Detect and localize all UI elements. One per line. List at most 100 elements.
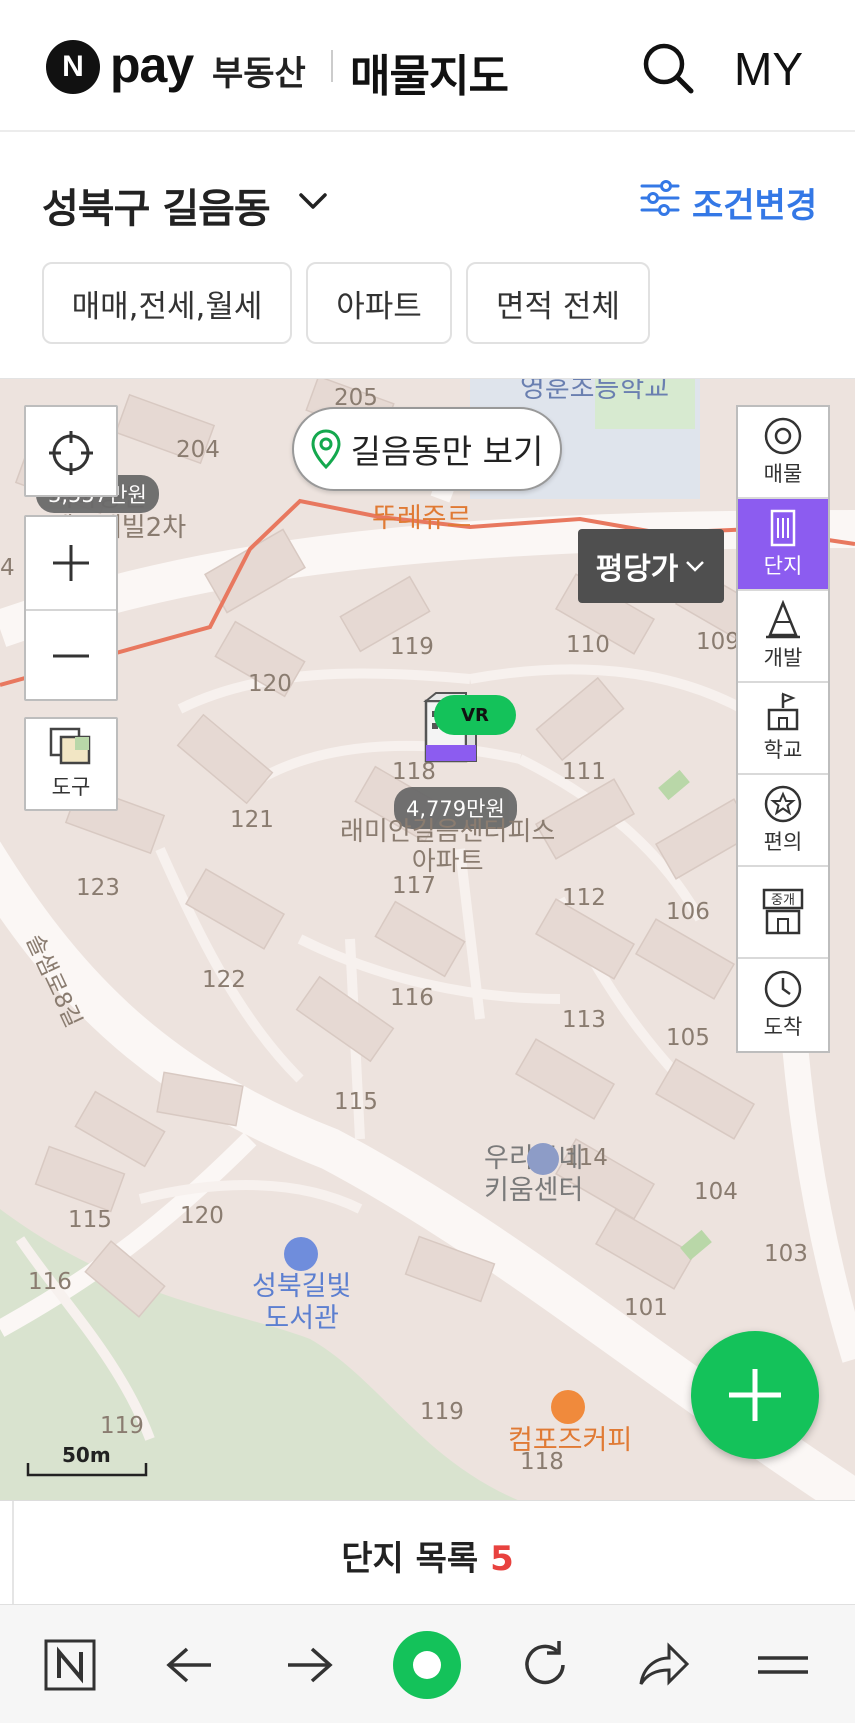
library-label[interactable]: 성북길빛 도서관: [252, 1271, 351, 1335]
price-unit-label: 평당가: [595, 552, 679, 587]
layer-school-label: 학교: [763, 738, 803, 762]
only-this-dong-button[interactable]: 길음동만 보기: [292, 407, 562, 491]
main-complex-name[interactable]: 래미안길음센터피스 아파트: [340, 817, 555, 877]
construction-cone-icon: [766, 600, 800, 639]
layer-development-label: 개발: [763, 646, 803, 670]
app-header: N pay 부동산 매물지도 MY: [0, 0, 855, 132]
page-title: 매물지도: [350, 51, 509, 102]
refresh-icon[interactable]: [495, 1605, 595, 1724]
layer-convenience-label: 편의: [763, 830, 803, 854]
complex-list-label: 단지 목록: [341, 1539, 479, 1579]
school-label[interactable]: 영훈초등학교: [520, 379, 669, 405]
minus-icon: [53, 654, 89, 658]
building-number: 119: [420, 1399, 464, 1425]
building-number: 101: [624, 1295, 668, 1321]
complex-list-bar[interactable]: 단지 목록 5: [0, 1500, 855, 1605]
layer-arrival-label: 도착: [763, 1015, 803, 1039]
chevron-down-icon: [686, 561, 705, 572]
map-layer-menu: 매물 단지 개발 학교 편의 중개 도착: [736, 405, 830, 1053]
building-number: 111: [562, 759, 606, 785]
building-number: 115: [334, 1089, 378, 1115]
map-background: 솔샘로8길 도봉로3길: [0, 379, 855, 1500]
school-icon: [767, 692, 799, 731]
building-number: 116: [28, 1269, 72, 1295]
building-number: 106: [666, 899, 710, 925]
target-circle-icon: [764, 417, 802, 455]
building-number: 109: [696, 629, 740, 655]
layer-broker[interactable]: 중개: [738, 867, 828, 959]
condition-change-button[interactable]: 조건변경: [640, 179, 818, 226]
broker-office-icon: 중개: [762, 888, 804, 935]
zoom-controls: [24, 515, 118, 701]
layer-complex[interactable]: 단지: [738, 499, 828, 591]
building-number: 123: [76, 875, 120, 901]
star-circle-icon: [764, 785, 802, 823]
price-unit-toggle[interactable]: 평당가: [578, 529, 724, 603]
back-arrow-icon[interactable]: [140, 1605, 240, 1724]
building-number: 105: [666, 1025, 710, 1051]
region-selector[interactable]: 성북구 길음동: [42, 176, 271, 234]
library-icon[interactable]: [284, 1237, 318, 1271]
layer-complex-label: 단지: [763, 554, 803, 578]
forward-arrow-icon[interactable]: [259, 1605, 359, 1724]
green-dot-icon[interactable]: [377, 1605, 477, 1724]
building-number: 121: [230, 807, 274, 833]
menu-icon[interactable]: [733, 1605, 833, 1724]
tool-label: 도구: [51, 775, 91, 799]
trade-type-chip[interactable]: 매매,전세,월세: [42, 262, 292, 344]
layer-convenience[interactable]: 편의: [738, 775, 828, 867]
layer-listings-label: 매물: [763, 462, 803, 486]
naver-n-logo[interactable]: N: [46, 40, 100, 94]
clock-icon: [764, 970, 802, 1008]
layer-arrival[interactable]: 도착: [738, 959, 828, 1051]
layer-listings[interactable]: 매물: [738, 407, 828, 499]
building-number: 119: [390, 634, 434, 660]
add-button[interactable]: [691, 1331, 819, 1459]
building-icon: [770, 509, 796, 547]
building-number: 112: [562, 885, 606, 911]
browser-toolbar: [0, 1604, 855, 1723]
building-number: 103: [764, 1241, 808, 1267]
condition-change-label: 조건변경: [692, 185, 818, 226]
chevron-down-icon[interactable]: [296, 186, 330, 216]
map-view[interactable]: 솔샘로8길 도봉로3길 205 204 119 110 109 120 118 …: [0, 378, 855, 1500]
vr-badge[interactable]: VR: [434, 695, 516, 735]
header-divider: [331, 50, 333, 82]
area-chip[interactable]: 면적 전체: [466, 262, 650, 344]
logo-pay-text[interactable]: pay: [110, 36, 194, 94]
plus-icon: [53, 545, 89, 581]
building-number: 115: [68, 1207, 112, 1233]
scale-label: 50m: [62, 1443, 111, 1467]
building-number: 119: [100, 1413, 144, 1439]
tool-button[interactable]: 도구: [24, 717, 118, 811]
search-icon[interactable]: [640, 40, 696, 96]
my-page-button[interactable]: MY: [734, 42, 803, 96]
bakery-label[interactable]: 뚜레쥬르: [372, 503, 471, 535]
complex-count: 5: [490, 1539, 514, 1579]
building-number: 116: [390, 985, 434, 1011]
my-location-button[interactable]: [24, 405, 118, 497]
naver-home-icon[interactable]: [20, 1605, 120, 1724]
building-number: 4: [0, 555, 15, 581]
building-number: 104: [694, 1179, 738, 1205]
location-pin-icon: [311, 429, 341, 469]
zoom-in-button[interactable]: [26, 517, 116, 609]
building-number: 204: [176, 437, 220, 463]
only-this-dong-label: 길음동만 보기: [350, 432, 544, 471]
building-number: 113: [562, 1007, 606, 1033]
layer-development[interactable]: 개발: [738, 591, 828, 683]
cafe-label[interactable]: 컴포즈커피: [508, 1425, 632, 1457]
svg-text:중개: 중개: [771, 893, 795, 908]
building-number: 120: [248, 671, 292, 697]
building-number: 120: [180, 1203, 224, 1229]
layer-school[interactable]: 학교: [738, 683, 828, 775]
share-icon[interactable]: [614, 1605, 714, 1724]
logo-realestate-text[interactable]: 부동산: [212, 46, 306, 95]
zoom-out-button[interactable]: [26, 609, 116, 701]
cafe-icon[interactable]: [551, 1390, 585, 1424]
community-center-icon[interactable]: [527, 1143, 559, 1175]
layers-icon: [49, 727, 91, 765]
complex-list-title: 단지 목록 5: [0, 1531, 855, 1580]
crosshair-icon: [26, 407, 116, 499]
property-type-chip[interactable]: 아파트: [306, 262, 452, 344]
